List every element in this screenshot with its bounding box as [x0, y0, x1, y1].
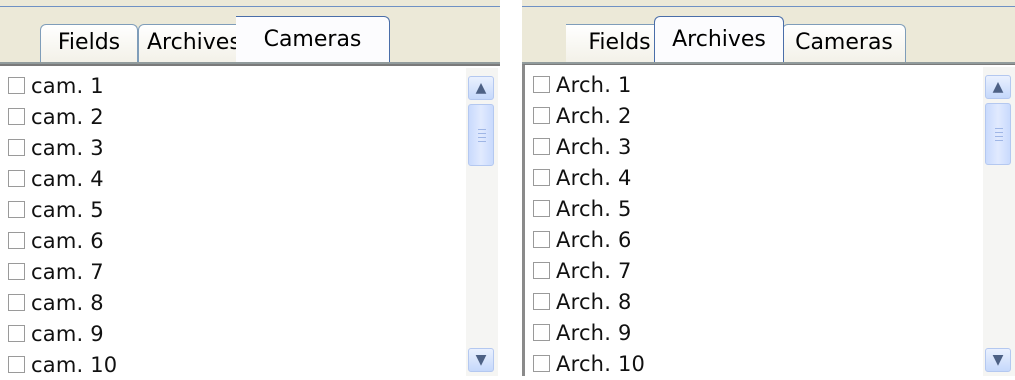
- checkbox[interactable]: [533, 169, 550, 186]
- list-item-label: cam. 5: [31, 197, 104, 222]
- list-item[interactable]: Arch. 5: [533, 193, 975, 224]
- list-item[interactable]: Arch. 2: [533, 100, 975, 131]
- list-item-label: Arch. 5: [556, 196, 632, 221]
- checkbox[interactable]: [8, 139, 25, 156]
- list-item-label: Arch. 3: [556, 134, 632, 159]
- checkbox[interactable]: [8, 294, 25, 311]
- checkbox[interactable]: [533, 355, 550, 372]
- list-item-label: cam. 6: [31, 228, 104, 253]
- list-item-label: cam. 7: [31, 259, 104, 284]
- list-item[interactable]: Arch. 4: [533, 162, 975, 193]
- list-item[interactable]: cam. 5: [8, 194, 460, 225]
- list-item[interactable]: cam. 6: [8, 225, 460, 256]
- list-item[interactable]: Arch. 9: [533, 317, 975, 348]
- thumb-grip: [478, 129, 486, 130]
- checkbox[interactable]: [533, 76, 550, 93]
- list-item-label: cam. 9: [31, 321, 104, 346]
- list-item[interactable]: cam. 8: [8, 287, 460, 318]
- list-item-label: cam. 1: [31, 73, 104, 98]
- tab-archives[interactable]: Archives: [138, 24, 246, 62]
- scroll-thumb[interactable]: [985, 103, 1011, 165]
- checkbox[interactable]: [8, 201, 25, 218]
- tab-cameras[interactable]: Cameras: [782, 24, 906, 62]
- thumb-grip: [478, 133, 486, 134]
- right-tab-strip: Fields Archives Cameras: [522, 0, 1015, 64]
- tab-archives[interactable]: Archives: [654, 16, 784, 62]
- vertical-scrollbar[interactable]: ▲ ▼: [983, 67, 1015, 376]
- list-item[interactable]: Arch. 7: [533, 255, 975, 286]
- list-item-label: cam. 4: [31, 166, 104, 191]
- thumb-grip: [995, 136, 1003, 137]
- list-item[interactable]: cam. 3: [8, 132, 460, 163]
- thumb-grip: [478, 141, 486, 142]
- list-item[interactable]: cam. 10: [8, 349, 460, 380]
- list-item-label: Arch. 7: [556, 258, 632, 283]
- tab-cameras[interactable]: Cameras: [236, 16, 390, 62]
- tab-strip-top-line: [522, 6, 1015, 7]
- checkbox[interactable]: [533, 262, 550, 279]
- list-item[interactable]: Arch. 10: [533, 348, 975, 379]
- scroll-thumb[interactable]: [468, 104, 494, 166]
- tab-label: Cameras: [795, 30, 893, 55]
- list-item-label: cam. 2: [31, 104, 104, 129]
- right-tab-panel: Fields Archives Cameras Arch. 1 Arch. 2 …: [522, 0, 1015, 376]
- thumb-grip: [995, 128, 1003, 129]
- checkbox[interactable]: [8, 170, 25, 187]
- list-item-label: Arch. 2: [556, 103, 632, 128]
- tab-label: Fields: [588, 30, 651, 55]
- vertical-scrollbar[interactable]: ▲ ▼: [466, 68, 498, 376]
- list-item-label: cam. 3: [31, 135, 104, 160]
- checkbox[interactable]: [533, 293, 550, 310]
- camera-list-rows: cam. 1 cam. 2 cam. 3 cam. 4 cam. 5 cam. …: [8, 70, 460, 380]
- archive-list: Arch. 1 Arch. 2 Arch. 3 Arch. 4 Arch. 5 …: [522, 64, 1015, 376]
- list-item-label: Arch. 10: [556, 351, 646, 376]
- list-item[interactable]: cam. 4: [8, 163, 460, 194]
- list-item[interactable]: cam. 2: [8, 101, 460, 132]
- list-item[interactable]: Arch. 8: [533, 286, 975, 317]
- checkbox[interactable]: [533, 324, 550, 341]
- list-item-label: Arch. 4: [556, 165, 632, 190]
- checkbox[interactable]: [8, 77, 25, 94]
- checkbox[interactable]: [8, 325, 25, 342]
- left-tab-strip: Fields Archives Cameras: [0, 0, 500, 64]
- list-item[interactable]: Arch. 3: [533, 131, 975, 162]
- checkbox[interactable]: [533, 107, 550, 124]
- checkbox[interactable]: [533, 138, 550, 155]
- tab-label: Archives: [672, 27, 766, 52]
- list-item[interactable]: cam. 7: [8, 256, 460, 287]
- checkbox[interactable]: [8, 356, 25, 373]
- thumb-grip: [995, 140, 1003, 141]
- scroll-up-arrow-icon[interactable]: ▲: [985, 75, 1011, 99]
- list-item[interactable]: Arch. 1: [533, 69, 975, 100]
- tab-strip-top-line: [0, 6, 500, 7]
- list-item-label: cam. 10: [31, 352, 118, 377]
- archive-list-rows: Arch. 1 Arch. 2 Arch. 3 Arch. 4 Arch. 5 …: [533, 69, 975, 379]
- scroll-down-arrow-icon[interactable]: ▼: [985, 348, 1011, 372]
- scroll-down-arrow-icon[interactable]: ▼: [468, 348, 494, 372]
- list-item[interactable]: cam. 9: [8, 318, 460, 349]
- camera-list: cam. 1 cam. 2 cam. 3 cam. 4 cam. 5 cam. …: [0, 64, 500, 377]
- tab-label: Fields: [57, 30, 121, 55]
- tab-label: Cameras: [263, 27, 362, 52]
- left-tab-panel: Fields Archives Cameras cam. 1 cam. 2 ca…: [0, 0, 500, 377]
- tab-label: Archives: [147, 30, 241, 55]
- list-item-label: Arch. 6: [556, 227, 632, 252]
- thumb-grip: [995, 132, 1003, 133]
- checkbox[interactable]: [8, 108, 25, 125]
- checkbox[interactable]: [533, 200, 550, 217]
- list-item-label: Arch. 8: [556, 289, 632, 314]
- list-item-label: Arch. 9: [556, 320, 632, 345]
- list-item-label: Arch. 1: [556, 72, 632, 97]
- checkbox[interactable]: [8, 263, 25, 280]
- list-item-label: cam. 8: [31, 290, 104, 315]
- list-item[interactable]: Arch. 6: [533, 224, 975, 255]
- checkbox[interactable]: [533, 231, 550, 248]
- tab-fields[interactable]: Fields: [40, 24, 138, 62]
- checkbox[interactable]: [8, 232, 25, 249]
- list-item[interactable]: cam. 1: [8, 70, 460, 101]
- scroll-up-arrow-icon[interactable]: ▲: [468, 76, 494, 100]
- thumb-grip: [478, 137, 486, 138]
